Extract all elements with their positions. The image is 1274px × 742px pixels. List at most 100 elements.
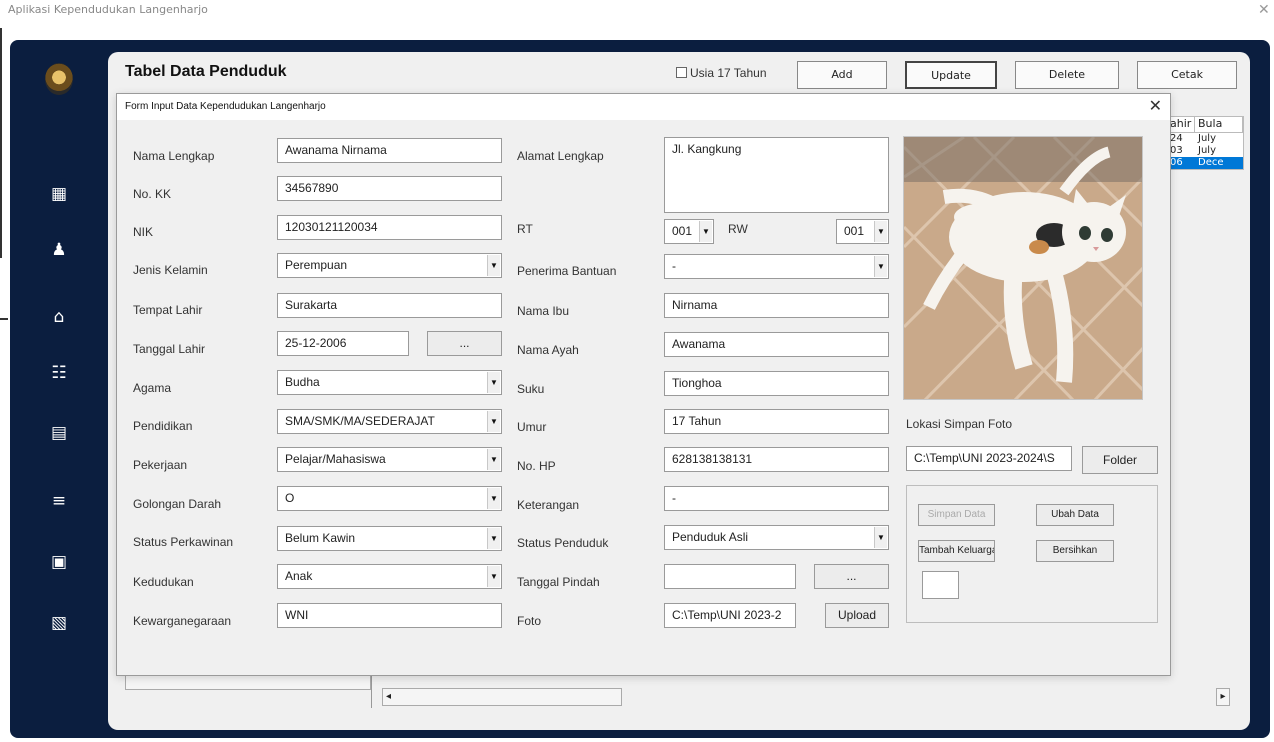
data-table[interactable]: ahir Bula 24 July 03 July 06 Dece <box>1166 116 1244 170</box>
jenis-kelamin-select[interactable]: Perempuan ▼ <box>277 253 502 278</box>
form-window: Form Input Data Kependudukan Langenharjo… <box>116 93 1171 676</box>
label-pekerjaan: Pekerjaan <box>133 458 188 472</box>
table-row[interactable]: 06 Dece <box>1167 157 1243 169</box>
label-rt: RT <box>517 222 533 236</box>
tanggal-lahir-picker-button[interactable]: ... <box>427 331 502 356</box>
home-icon[interactable]: ⌂ <box>48 306 70 328</box>
table-row[interactable]: 03 July <box>1167 145 1243 157</box>
nik-field[interactable]: 12030121120034 <box>277 215 502 240</box>
simpan-data-button[interactable]: Simpan Data <box>918 504 995 526</box>
chevron-down-icon[interactable]: ▼ <box>874 221 887 242</box>
form-close-icon[interactable]: ✕ <box>1149 96 1162 115</box>
foto-path-field[interactable]: C:\Temp\UNI 2023-2 <box>664 603 796 628</box>
folder-button[interactable]: Folder <box>1082 446 1158 474</box>
tanggal-pindah-field[interactable] <box>664 564 796 589</box>
chevron-down-icon[interactable]: ▼ <box>487 411 500 432</box>
tanggal-lahir-field[interactable]: 25-12-2006 <box>277 331 409 356</box>
suku-field[interactable]: Tionghoa <box>664 371 889 396</box>
database-icon[interactable]: ≡ <box>48 490 70 512</box>
label-golongan-darah: Golongan Darah <box>133 497 222 511</box>
chevron-down-icon[interactable]: ▼ <box>487 528 500 549</box>
label-nama-lengkap: Nama Lengkap <box>133 149 215 163</box>
agama-select[interactable]: Budha ▼ <box>277 370 502 395</box>
table-header-cell: Bula <box>1195 117 1243 132</box>
checkbox-icon[interactable] <box>676 67 687 78</box>
tempat-lahir-field[interactable]: Surakarta <box>277 293 502 318</box>
chevron-down-icon[interactable]: ▼ <box>874 527 887 548</box>
label-tempat-lahir: Tempat Lahir <box>133 303 203 317</box>
lokasi-simpan-foto-field[interactable]: C:\Temp\UNI 2023-2024\S <box>906 446 1072 471</box>
chevron-down-icon[interactable]: ▼ <box>487 566 500 587</box>
umur-field[interactable]: 17 Tahun <box>664 409 889 434</box>
delete-button[interactable]: Delete <box>1015 61 1119 89</box>
document-icon[interactable]: ▤ <box>48 422 70 444</box>
app-close-icon[interactable]: ✕ <box>1258 2 1270 18</box>
rw-select[interactable]: 001 ▼ <box>836 219 889 244</box>
label-status-perkawinan: Status Perkawinan <box>133 535 234 549</box>
pendidikan-select[interactable]: SMA/SMK/MA/SEDERAJAT ▼ <box>277 409 502 434</box>
no-hp-field[interactable]: 628138138131 <box>664 447 889 472</box>
chevron-down-icon[interactable]: ▼ <box>874 256 887 277</box>
window-edge <box>0 28 2 258</box>
label-umur: Umur <box>517 420 547 434</box>
label-pendidikan: Pendidikan <box>133 419 193 433</box>
table-cell: 06 <box>1170 157 1183 168</box>
status-penduduk-value: Penduduk Asli <box>672 530 749 544</box>
app-title: Aplikasi Kependudukan Langenharjo <box>8 3 208 16</box>
label-status-penduduk: Status Penduduk <box>517 536 609 550</box>
penerima-bantuan-select[interactable]: - ▼ <box>664 254 889 279</box>
label-keterangan: Keterangan <box>517 498 580 512</box>
upload-button[interactable]: Upload <box>825 603 889 628</box>
status-penduduk-select[interactable]: Penduduk Asli ▼ <box>664 525 889 550</box>
label-kedudukan: Kedudukan <box>133 575 194 589</box>
chevron-down-icon[interactable]: ▼ <box>487 255 500 276</box>
kedudukan-select[interactable]: Anak ▼ <box>277 564 502 589</box>
mini-input-box[interactable] <box>922 571 959 599</box>
age-17-filter[interactable]: Usia 17 Tahun <box>676 66 767 80</box>
chevron-down-icon[interactable]: ▼ <box>699 221 712 242</box>
nama-lengkap-field[interactable]: Awanama Nirnama <box>277 138 502 163</box>
kewarganegaraan-field[interactable]: WNI <box>277 603 502 628</box>
keterangan-field[interactable]: - <box>664 486 889 511</box>
horizontal-scrollbar[interactable]: ◂ <box>382 688 622 706</box>
print-button[interactable]: Cetak <box>1137 61 1237 89</box>
dashboard-icon[interactable]: ▦ <box>48 183 70 205</box>
label-penerima-bantuan: Penerima Bantuan <box>517 264 617 278</box>
table-cell: July <box>1198 133 1216 144</box>
golongan-darah-select[interactable]: O ▼ <box>277 486 502 511</box>
nama-ayah-field[interactable]: Awanama <box>664 332 889 357</box>
label-foto: Foto <box>517 614 542 628</box>
no-kk-field[interactable]: 34567890 <box>277 176 502 201</box>
update-button[interactable]: Update <box>905 61 997 89</box>
table-cell: 24 <box>1170 133 1183 144</box>
report-icon[interactable]: ▧ <box>48 612 70 634</box>
people-icon[interactable]: ♟ <box>48 239 70 261</box>
ubah-data-button[interactable]: Ubah Data <box>1036 504 1114 526</box>
chevron-down-icon[interactable]: ▼ <box>487 488 500 509</box>
status-perkawinan-select[interactable]: Belum Kawin ▼ <box>277 526 502 551</box>
chevron-down-icon[interactable]: ▼ <box>487 372 500 393</box>
rw-value: 001 <box>844 224 865 238</box>
tambah-keluarga-button[interactable]: Tambah Keluarga <box>918 540 995 562</box>
pekerjaan-select[interactable]: Pelajar/Mahasiswa ▼ <box>277 447 502 472</box>
window-edge-tick <box>0 318 8 320</box>
pendidikan-value: SMA/SMK/MA/SEDERAJAT <box>285 414 435 428</box>
tanggal-pindah-picker-button[interactable]: ... <box>814 564 889 589</box>
label-jenis-kelamin: Jenis Kelamin <box>133 263 208 277</box>
table-row[interactable]: 24 July <box>1167 133 1243 145</box>
group-icon[interactable]: ☷ <box>48 362 70 384</box>
label-tanggal-pindah: Tanggal Pindah <box>517 575 600 589</box>
label-nik: NIK <box>133 225 154 239</box>
scroll-right-button[interactable]: ▸ <box>1216 688 1230 706</box>
table-header-cell: ahir <box>1167 117 1195 132</box>
table-title: Tabel Data Penduduk <box>125 63 287 80</box>
rt-select[interactable]: 001 ▼ <box>664 219 714 244</box>
label-nama-ibu: Nama Ibu <box>517 304 570 318</box>
save-icon[interactable]: ▣ <box>48 551 70 573</box>
label-no-hp: No. HP <box>517 459 556 473</box>
add-button[interactable]: Add <box>797 61 887 89</box>
alamat-lengkap-textarea[interactable]: Jl. Kangkung <box>664 137 889 213</box>
nama-ibu-field[interactable]: Nirnama <box>664 293 889 318</box>
chevron-down-icon[interactable]: ▼ <box>487 449 500 470</box>
bersihkan-button[interactable]: Bersihkan <box>1036 540 1114 562</box>
